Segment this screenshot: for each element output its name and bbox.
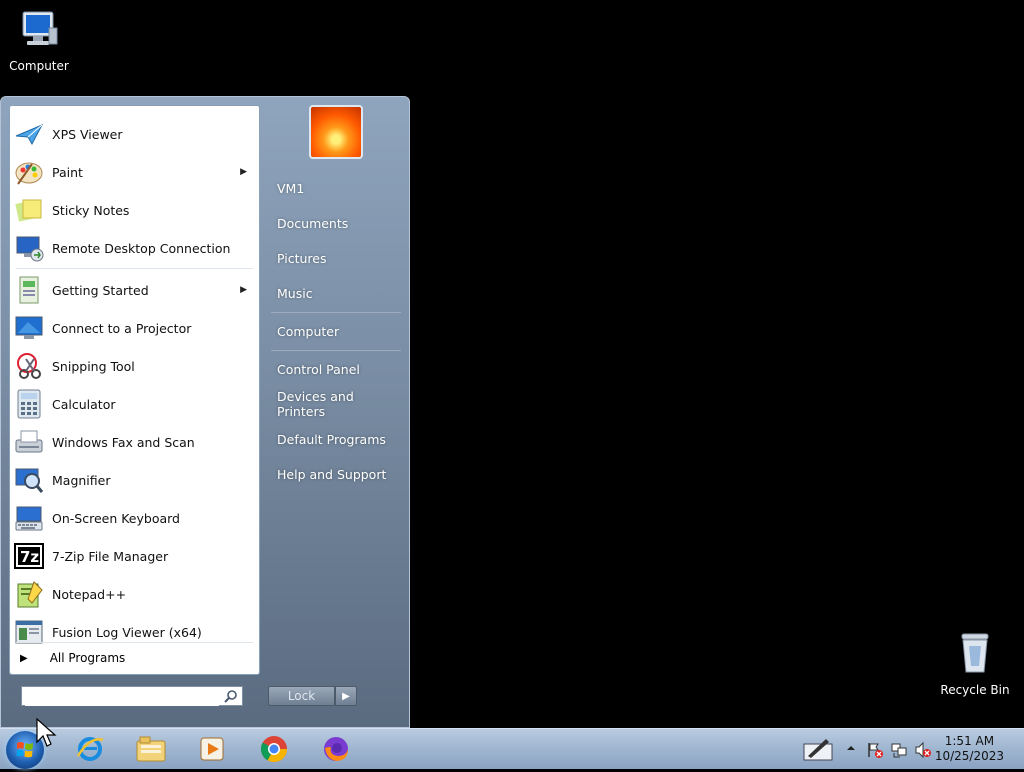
clock[interactable]: 1:51 AM 10/25/2023 [935, 734, 1004, 764]
program-label: 7-Zip File Manager [52, 548, 169, 564]
program-snipping-tool[interactable]: Snipping Tool [12, 348, 257, 384]
action-center-flag-icon[interactable] [866, 741, 883, 758]
file-explorer-icon[interactable] [135, 733, 167, 765]
seven-zip-icon: 7z [12, 540, 46, 572]
link-documents[interactable]: Documents [269, 209, 401, 237]
divider [16, 642, 253, 643]
shutdown-options-button[interactable]: ▶ [335, 686, 357, 706]
recycle-bin-icon [935, 630, 1015, 679]
divider [271, 312, 401, 313]
media-player-icon[interactable] [196, 733, 228, 765]
firefox-icon[interactable] [320, 733, 352, 765]
desktop-icon-recycle-bin[interactable]: Recycle Bin [935, 630, 1015, 697]
program-fax-scan[interactable]: Windows Fax and Scan [12, 424, 257, 460]
divider [16, 268, 253, 269]
submenu-arrow-icon[interactable]: ▶ [240, 167, 247, 177]
svg-text:7z: 7z [20, 548, 39, 566]
program-paint[interactable]: Paint ▶ [12, 154, 257, 190]
volume-muted-icon[interactable] [914, 741, 931, 759]
computer-icon [0, 8, 79, 55]
program-label: XPS Viewer [52, 126, 123, 142]
getting-started-icon [12, 274, 46, 306]
program-label: Getting Started [52, 282, 149, 298]
divider [271, 350, 401, 351]
link-user[interactable]: VM1 [269, 174, 401, 202]
calculator-icon [12, 388, 46, 420]
snipping-tool-icon [12, 350, 46, 382]
program-sticky-notes[interactable]: Sticky Notes [12, 192, 257, 228]
chevron-right-icon: ▶ [342, 690, 350, 702]
link-music[interactable]: Music [269, 279, 401, 307]
search-input[interactable] [25, 688, 219, 706]
taskbar: 1:51 AM 10/25/2023 [0, 728, 1024, 769]
notepadpp-icon [12, 578, 46, 610]
clock-date: 10/25/2023 [934, 749, 1004, 763]
clock-time: 1:51 AM [944, 734, 995, 748]
program-label: Fusion Log Viewer (x64) [52, 624, 202, 640]
desktop-icon-computer[interactable]: Computer [0, 8, 79, 73]
program-label: Snipping Tool [52, 358, 135, 374]
program-label: Calculator [52, 396, 116, 412]
program-label: Connect to a Projector [52, 320, 192, 336]
search-icon[interactable] [224, 689, 238, 706]
program-on-screen-keyboard[interactable]: On-Screen Keyboard [12, 500, 257, 536]
program-label: Sticky Notes [52, 202, 130, 218]
program-connect-projector[interactable]: Connect to a Projector [12, 310, 257, 346]
desktop-icon-label: Computer [9, 59, 69, 73]
program-notepadpp[interactable]: Notepad++ [12, 576, 257, 612]
projector-icon [12, 312, 46, 344]
program-label: Remote Desktop Connection [52, 240, 231, 256]
remote-desktop-icon [12, 232, 46, 264]
program-getting-started[interactable]: Getting Started ▶ [12, 272, 257, 308]
fax-scan-icon [12, 426, 46, 458]
link-computer[interactable]: Computer [269, 317, 401, 345]
program-magnifier[interactable]: Magnifier [12, 462, 257, 498]
link-help-support[interactable]: Help and Support [269, 460, 401, 488]
program-label: Notepad++ [52, 586, 127, 602]
all-programs-label: All Programs [49, 651, 126, 665]
network-icon[interactable] [890, 741, 907, 758]
xps-viewer-icon [12, 118, 46, 150]
desktop-icon-label: Recycle Bin [940, 683, 1010, 697]
link-pictures[interactable]: Pictures [269, 244, 401, 272]
lock-button[interactable]: Lock [268, 686, 335, 706]
keyboard-icon [12, 502, 46, 534]
internet-explorer-icon[interactable] [74, 733, 106, 765]
program-label: On-Screen Keyboard [52, 510, 180, 526]
submenu-arrow-icon[interactable]: ▶ [240, 285, 247, 295]
show-hidden-icons[interactable] [845, 742, 861, 758]
link-devices-printers[interactable]: Devices and Printers [269, 389, 401, 419]
user-picture[interactable] [309, 105, 363, 159]
program-label: Magnifier [52, 472, 111, 488]
program-remote-desktop[interactable]: Remote Desktop Connection [12, 230, 257, 266]
program-calculator[interactable]: Calculator [12, 386, 257, 422]
mouse-cursor-icon [36, 717, 58, 753]
link-default-programs[interactable]: Default Programs [269, 425, 401, 453]
program-xps-viewer[interactable]: XPS Viewer [12, 116, 257, 152]
pen-input-icon[interactable] [800, 733, 836, 765]
magnifier-icon [12, 464, 46, 496]
all-programs-button[interactable]: ▶ All Programs [12, 644, 257, 672]
link-control-panel[interactable]: Control Panel [269, 355, 401, 383]
program-label: Windows Fax and Scan [52, 434, 195, 450]
search-box[interactable] [21, 686, 243, 706]
programs-pane: XPS Viewer Paint ▶ Sticky Notes Remote D… [9, 105, 260, 675]
program-7zip[interactable]: 7z 7-Zip File Manager [12, 538, 257, 574]
paint-icon [12, 156, 46, 188]
chrome-icon[interactable] [258, 733, 290, 765]
triangle-right-icon: ▶ [20, 652, 28, 664]
sticky-notes-icon [12, 194, 46, 226]
start-menu: XPS Viewer Paint ▶ Sticky Notes Remote D… [0, 96, 410, 728]
program-label: Paint [52, 164, 83, 180]
